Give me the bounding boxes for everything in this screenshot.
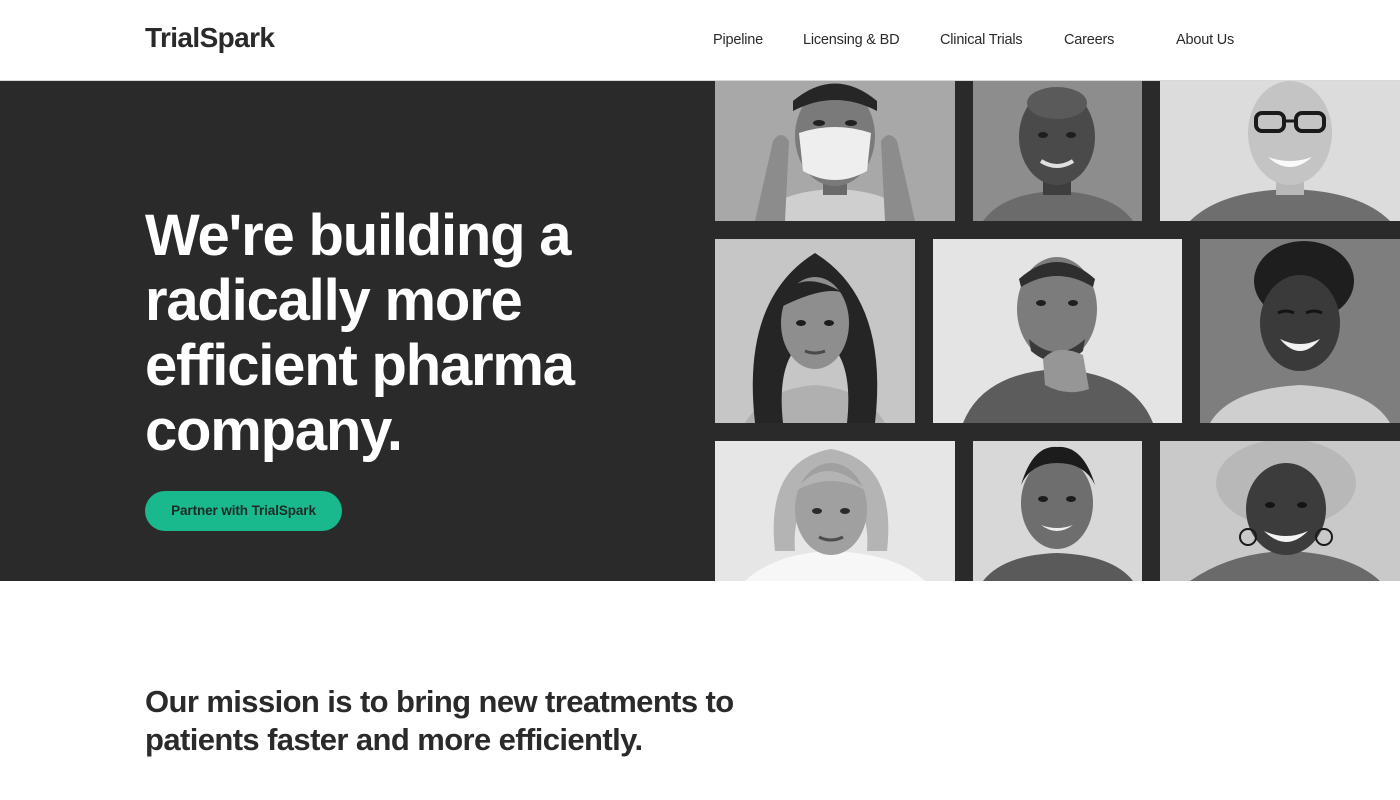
portrait-man-smiling (973, 441, 1142, 581)
portrait-man-hand-on-chin (933, 239, 1182, 423)
nav-item-licensing-bd[interactable]: Licensing & BD (803, 32, 900, 48)
nav-item-pipeline[interactable]: Pipeline (713, 32, 763, 48)
hero-title: We're building a radically more efficien… (145, 203, 575, 463)
portrait-bald-man-smiling (973, 81, 1142, 221)
main-nav: Pipeline Licensing & BD Clinical Trials … (0, 32, 1400, 52)
portrait-man-putting-on-mask (715, 81, 955, 221)
portrait-smiling-person-glasses (1160, 81, 1400, 221)
hero-section: We're building a radically more efficien… (0, 81, 1400, 581)
site-header: TrialSpark Pipeline Licensing & BD Clini… (0, 0, 1400, 81)
nav-item-about-us[interactable]: About Us (1176, 32, 1234, 48)
nav-item-careers[interactable]: Careers (1064, 32, 1114, 48)
portrait-woman-long-hair (715, 239, 915, 423)
mission-statement: Our mission is to bring new treatments t… (145, 684, 734, 757)
partner-button[interactable]: Partner with TrialSpark (145, 491, 342, 531)
portrait-woman-short-hair (715, 441, 955, 581)
portrait-woman-curly-hair (1160, 441, 1400, 581)
portrait-woman-laughing (1200, 239, 1400, 423)
nav-item-clinical-trials[interactable]: Clinical Trials (940, 32, 1023, 48)
